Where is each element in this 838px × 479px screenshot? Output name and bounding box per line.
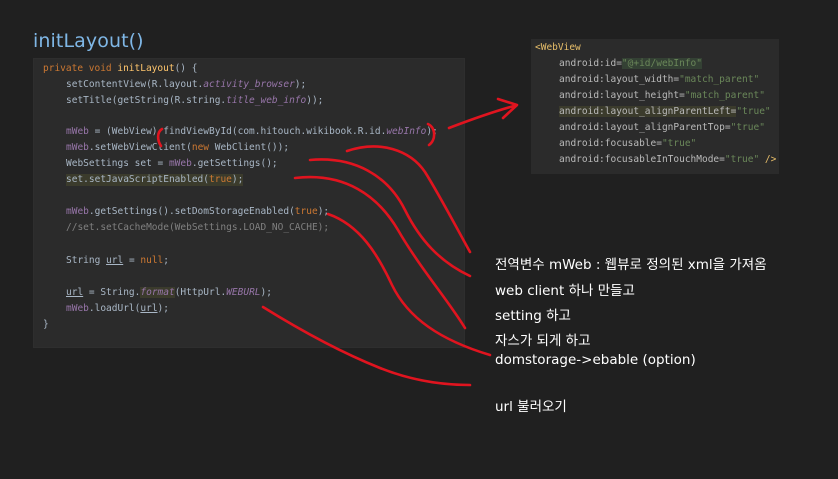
ink-bracket-left: [156, 127, 164, 148]
ink-annotation-overlay: [156, 97, 519, 387]
ink-curve-loadurl: [261, 305, 472, 387]
ink-curve-domstorage: [326, 212, 492, 357]
ink-curve-setting: [293, 175, 467, 330]
ink-curve-mweb: [345, 145, 472, 254]
ink-bracket-right: [426, 122, 436, 147]
